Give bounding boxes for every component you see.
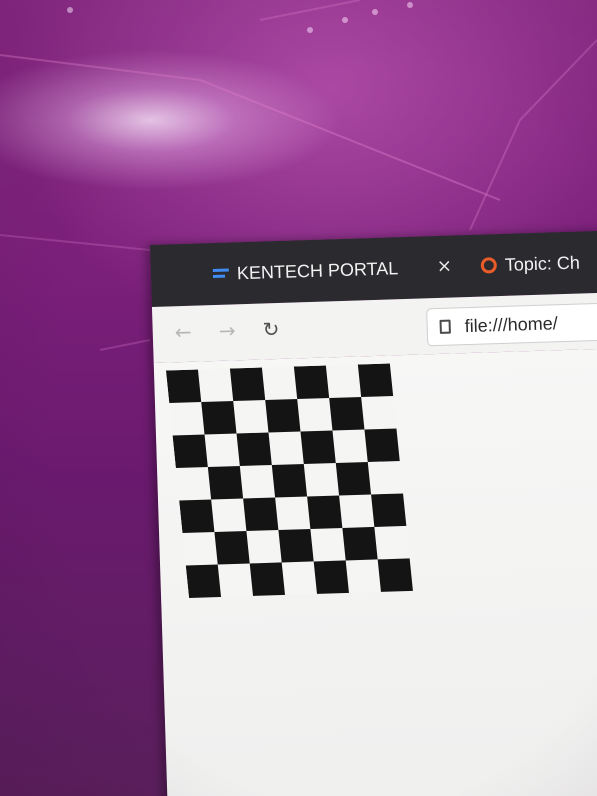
page-icon	[439, 319, 451, 334]
checkerboard	[165, 363, 413, 598]
dark-square	[229, 367, 266, 402]
light-square	[239, 464, 276, 499]
page-content	[153, 348, 597, 796]
light-square	[361, 395, 397, 430]
light-square	[233, 400, 270, 435]
light-square	[374, 525, 411, 560]
dark-square	[207, 465, 244, 500]
forward-button[interactable]: →	[218, 318, 236, 343]
light-square	[169, 402, 206, 437]
dark-square	[329, 396, 366, 432]
light-square	[182, 531, 219, 566]
light-square	[246, 529, 283, 564]
portal-icon	[212, 268, 230, 280]
checkerboard-image	[165, 363, 413, 598]
dark-square	[335, 461, 372, 496]
light-square	[332, 429, 369, 464]
tab-label: Topic: Ch	[504, 252, 581, 275]
light-square	[175, 466, 212, 501]
tab-topic[interactable]: Topic: Ch	[480, 246, 580, 283]
light-square	[268, 431, 305, 466]
dark-square	[185, 564, 222, 598]
light-square	[217, 563, 254, 598]
dark-square	[201, 401, 238, 436]
dark-square	[357, 363, 394, 398]
reload-button[interactable]: ↻	[262, 317, 280, 342]
dark-square	[371, 493, 407, 528]
dark-square	[249, 562, 286, 597]
dark-square	[293, 365, 330, 400]
tab-label: KENTECH PORTAL	[236, 257, 399, 283]
light-square	[197, 368, 234, 403]
desktop-wallpaper: KENTECH PORTAL × Topic: Ch ← → ↻ file://…	[0, 0, 597, 796]
dark-square	[307, 495, 343, 530]
dark-square	[243, 497, 279, 532]
light-square	[339, 494, 375, 529]
dark-square	[165, 369, 202, 404]
back-button[interactable]: ←	[174, 320, 192, 345]
tab-kentech-portal[interactable]: KENTECH PORTAL	[212, 251, 399, 291]
address-text: file:///home/	[464, 312, 559, 336]
dark-square	[300, 430, 337, 465]
dark-square	[313, 560, 350, 595]
light-square	[275, 496, 311, 531]
dark-square	[265, 399, 302, 434]
light-square	[261, 366, 298, 401]
dark-square	[377, 558, 413, 593]
dark-square	[172, 434, 209, 469]
dark-square	[214, 530, 251, 565]
light-square	[325, 364, 362, 399]
dark-square	[278, 528, 315, 563]
light-square	[211, 498, 247, 533]
close-tab-icon[interactable]: ×	[436, 256, 452, 277]
light-square	[204, 433, 241, 468]
light-square	[310, 527, 347, 562]
dark-square	[342, 526, 379, 561]
light-square	[303, 462, 340, 497]
browser-window: KENTECH PORTAL × Topic: Ch ← → ↻ file://…	[150, 230, 597, 796]
dark-square	[179, 499, 215, 534]
dark-square	[364, 428, 401, 463]
light-square	[281, 561, 318, 596]
topic-icon	[480, 257, 498, 274]
light-square	[297, 398, 334, 433]
dark-square	[271, 463, 308, 498]
dark-square	[236, 432, 273, 467]
address-bar[interactable]: file:///home/	[426, 300, 597, 347]
light-square	[367, 460, 404, 495]
light-square	[345, 559, 382, 594]
